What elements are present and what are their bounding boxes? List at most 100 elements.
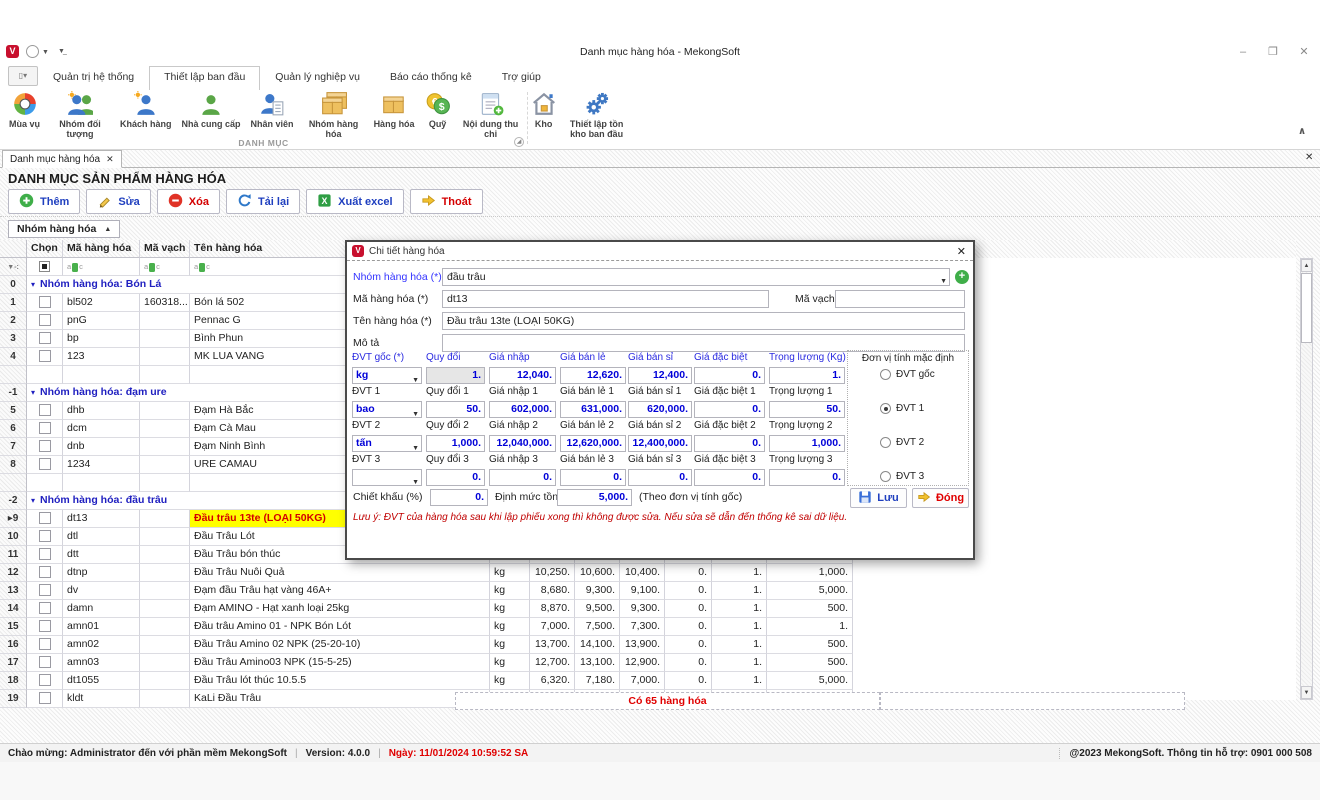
row-checkbox[interactable]: [39, 620, 51, 632]
ribbon-item-warehouse[interactable]: Kho: [526, 90, 562, 129]
table-row[interactable]: 13dvĐạm đầu Trâu hạt vàng 46A+kg8,680.9,…: [0, 582, 853, 600]
row-checkbox[interactable]: [39, 332, 51, 344]
unit-grid-input[interactable]: 0.: [769, 469, 845, 486]
doc-tab-close-icon[interactable]: ✕: [106, 154, 114, 164]
group-by-dropdown[interactable]: Nhóm hàng hóa ▲: [8, 220, 120, 238]
stock-input[interactable]: 5,000.: [557, 489, 632, 506]
collapse-icon[interactable]: ▾: [31, 496, 35, 505]
unit-grid-input[interactable]: 0.: [560, 469, 626, 486]
abc-filter-icon[interactable]: ac: [67, 262, 83, 272]
export-excel-button[interactable]: XXuất excel: [306, 189, 403, 214]
row-checkbox[interactable]: [39, 674, 51, 686]
ribbon-item-employee[interactable]: Nhân viên: [246, 90, 299, 129]
minimize-button[interactable]: –: [1232, 45, 1254, 61]
unit-grid-input[interactable]: 12,400,000.: [628, 435, 692, 452]
ribbon-item-season[interactable]: Mùa vụ: [4, 90, 45, 129]
abc-filter-icon[interactable]: ac: [144, 262, 160, 272]
ribbon-tab-thiết-lập-ban-đầu[interactable]: Thiết lập ban đầu: [149, 66, 260, 90]
ribbon-item-receipt[interactable]: Nội dung thu chi: [456, 90, 526, 139]
radio-icon[interactable]: [880, 471, 891, 482]
group-dialog-launcher-icon[interactable]: ◢: [514, 137, 524, 147]
unit-combo-1[interactable]: bao▼: [352, 401, 422, 418]
collapse-icon[interactable]: ▾: [31, 280, 35, 289]
row-checkbox[interactable]: [39, 602, 51, 614]
default-unit-radio-0[interactable]: ĐVT gốc: [880, 369, 935, 380]
ribbon-item-stock-settings[interactable]: Thiết lập tồn kho ban đầu: [562, 90, 632, 139]
default-unit-radio-1[interactable]: ĐVT 1: [880, 403, 924, 414]
row-checkbox[interactable]: [39, 584, 51, 596]
row-checkbox[interactable]: [39, 692, 51, 704]
ribbon-tab-trợ-giúp[interactable]: Trợ giúp: [487, 66, 556, 88]
row-checkbox[interactable]: [39, 422, 51, 434]
row-checkbox[interactable]: [39, 638, 51, 650]
table-row[interactable]: 14damnĐạm AMINO - Hạt xanh loại 25kgkg8,…: [0, 600, 853, 618]
unit-grid-input[interactable]: 1.: [426, 367, 485, 384]
unit-grid-input[interactable]: 0.: [694, 469, 765, 486]
row-checkbox[interactable]: [39, 296, 51, 308]
row-checkbox[interactable]: [39, 566, 51, 578]
ribbon-item-product[interactable]: Hàng hóa: [369, 90, 420, 129]
ribbon-item-group-people[interactable]: Nhóm đối tượng: [45, 90, 115, 139]
row-checkbox[interactable]: [39, 440, 51, 452]
close-button[interactable]: ✕: [1293, 45, 1315, 61]
unit-grid-input[interactable]: 0.: [694, 401, 765, 418]
name-input[interactable]: Đầu trâu 13te (LOẠI 50KG): [442, 312, 965, 330]
table-row[interactable]: 15amn01Đầu trâu Amino 01 - NPK Bón Lótkg…: [0, 618, 853, 636]
row-checkbox[interactable]: [39, 548, 51, 560]
scroll-up-icon[interactable]: ▲: [1301, 259, 1312, 272]
scroll-down-icon[interactable]: ▼: [1301, 686, 1312, 699]
ribbon-tab-báo-cáo-thống-kê[interactable]: Báo cáo thống kê: [375, 66, 487, 88]
ribbon-item-product-group[interactable]: Nhóm hàng hóa: [299, 90, 369, 139]
unit-grid-input[interactable]: 12,620.: [560, 367, 626, 384]
code-input[interactable]: dt13: [442, 290, 769, 308]
ribbon-item-customer[interactable]: Khách hàng: [115, 90, 177, 129]
unit-grid-input[interactable]: 0.: [694, 435, 765, 452]
radio-icon[interactable]: [880, 437, 891, 448]
row-checkbox[interactable]: [39, 512, 51, 524]
scrollbar-thumb[interactable]: [1301, 273, 1312, 343]
column-header-2[interactable]: Mã hàng hóa: [63, 240, 140, 258]
add-button[interactable]: Thêm: [8, 189, 80, 214]
ribbon-tab-quản-lý-nghiệp-vụ[interactable]: Quản lý nghiệp vụ: [260, 66, 375, 88]
unit-grid-input[interactable]: 1.: [769, 367, 845, 384]
row-checkbox[interactable]: [39, 350, 51, 362]
table-row[interactable]: 16amn02Đầu Trâu Amino 02 NPK (25-20-10)k…: [0, 636, 853, 654]
unit-grid-input[interactable]: 0.: [426, 469, 485, 486]
barcode-input[interactable]: [835, 290, 965, 308]
unit-grid-input[interactable]: 12,040,000.: [489, 435, 556, 452]
unit-grid-input[interactable]: 631,000.: [560, 401, 626, 418]
edit-button[interactable]: Sửa: [86, 189, 150, 214]
table-row[interactable]: 12dtnpĐầu Trâu Nuôi Quảkg10,250.10,600.1…: [0, 564, 853, 582]
select-all-filter-icon[interactable]: [39, 261, 50, 272]
row-checkbox[interactable]: [39, 530, 51, 542]
dialog-close-button[interactable]: Đóng: [912, 488, 969, 508]
reload-button[interactable]: Tải lại: [226, 189, 300, 214]
row-checkbox[interactable]: [39, 458, 51, 470]
row-checkbox[interactable]: [39, 656, 51, 668]
vertical-scrollbar[interactable]: ▲ ▼: [1300, 258, 1313, 700]
unit-grid-input[interactable]: 0.: [628, 469, 692, 486]
unit-grid-input[interactable]: 620,000.: [628, 401, 692, 418]
unit-grid-input[interactable]: 1,000.: [769, 435, 845, 452]
ribbon-collapse-icon[interactable]: ∧: [1298, 126, 1306, 137]
group-combo[interactable]: đầu trâu ▼: [442, 268, 950, 286]
unit-grid-input[interactable]: 12,400.: [628, 367, 692, 384]
skin-menu-button[interactable]: ▯▾: [8, 66, 38, 86]
row-checkbox[interactable]: [39, 404, 51, 416]
default-unit-radio-3[interactable]: ĐVT 3: [880, 471, 924, 482]
radio-icon[interactable]: [880, 369, 891, 380]
maximize-button[interactable]: ❐: [1262, 45, 1284, 61]
unit-combo-3[interactable]: ▼: [352, 469, 422, 486]
unit-grid-input[interactable]: 602,000.: [489, 401, 556, 418]
row-checkbox[interactable]: [39, 314, 51, 326]
unit-grid-input[interactable]: 50.: [426, 401, 485, 418]
column-header-3[interactable]: Mã vạch: [140, 240, 190, 258]
unit-grid-input[interactable]: 50.: [769, 401, 845, 418]
unit-grid-input[interactable]: 1,000.: [426, 435, 485, 452]
tabrow-close-icon[interactable]: ✕: [1305, 152, 1313, 163]
dialog-close-icon[interactable]: ✕: [957, 245, 966, 258]
ribbon-tab-quản-trị-hệ-thống[interactable]: Quản trị hệ thống: [38, 66, 149, 88]
unit-grid-input[interactable]: 12,620,000.: [560, 435, 626, 452]
ribbon-item-fund[interactable]: €$Quỹ: [420, 90, 456, 129]
unit-combo-2[interactable]: tấn▼: [352, 435, 422, 452]
